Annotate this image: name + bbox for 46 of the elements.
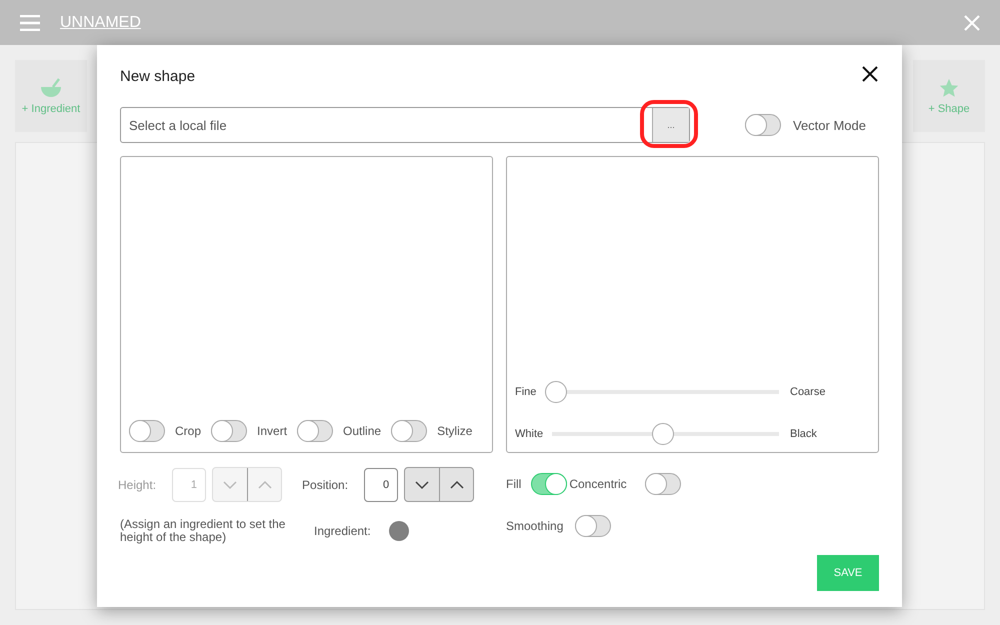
toggle-switch[interactable] [391,420,428,442]
document-title[interactable]: UNNAMED [60,14,141,32]
toggle-switch[interactable] [297,420,334,442]
action-label: + Ingredient [22,103,80,115]
field-label: Position: [302,478,348,492]
toggle-switch[interactable] [575,515,612,537]
toggle-switch[interactable] [129,420,165,442]
chevron-up-icon [256,480,273,490]
field-label: Height: [118,478,156,492]
toggle-switch[interactable] [211,420,248,442]
toggle-label: Invert [257,424,288,438]
toggle-label: Vector Mode [793,118,866,132]
number-field[interactable]: 0 [364,468,398,502]
toggle-switch[interactable] [531,473,568,495]
add-action-card[interactable]: + Shape [913,60,985,132]
chevron-down-icon [414,480,430,490]
hint-text: (Assign an ingredient to set the height of the shape) [120,518,286,544]
bowl-icon [39,77,63,99]
toggle-label: Smoothing [506,519,564,533]
slider-min-label: White [515,428,544,440]
save-button[interactable]: SAVE [817,555,879,591]
dialog-title: New shape [120,68,196,85]
slider-max-label: Black [790,428,818,440]
chevron-down-icon [222,480,238,490]
chevron-up-icon [448,480,465,490]
close-button[interactable] [861,65,879,83]
toggle-label: Fill [506,477,522,491]
toggle-label: Stylize [437,424,472,438]
toggle-label: Outline [343,424,382,438]
file-field[interactable]: Select a local file ... [120,107,690,143]
slider-thumb[interactable] [652,423,674,445]
toggle-label: Crop [175,424,202,438]
field-label: Ingredient: [314,524,371,538]
ingredient-dot[interactable] [388,521,409,542]
slider-thumb[interactable] [545,381,568,403]
toggle-label: Concentric [569,477,627,491]
toggle-switch[interactable] [745,114,781,136]
slider-max-label: Coarse [790,386,826,398]
close-icon[interactable] [964,14,980,30]
star-icon [938,77,960,99]
menu-icon[interactable] [20,14,40,30]
browse-button[interactable]: ... [652,108,689,142]
slider-min-label: Fine [515,386,538,398]
toggle-switch[interactable] [644,473,681,495]
add-action-card[interactable]: + Ingredient [15,60,87,132]
action-label: + Shape [928,103,970,115]
